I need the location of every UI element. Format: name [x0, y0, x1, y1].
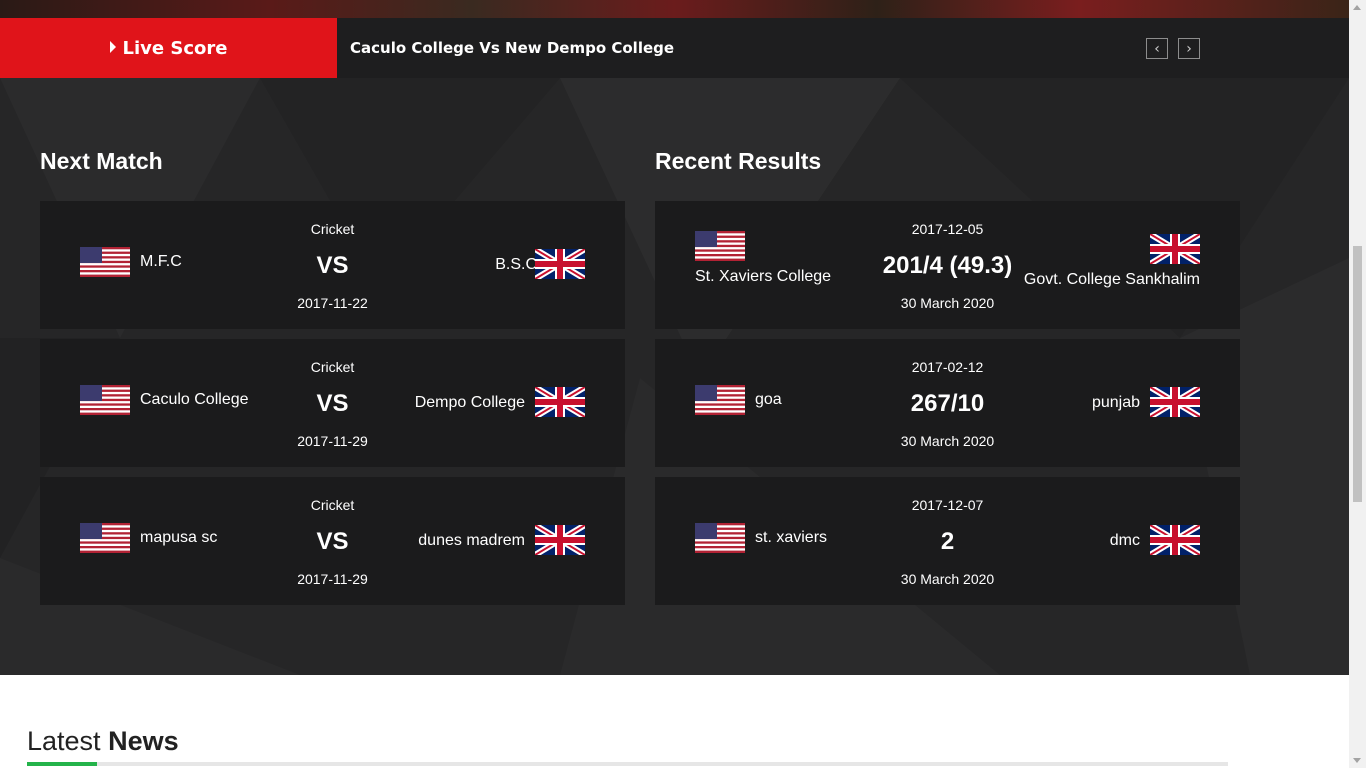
recent-result-card[interactable]: 2017-02-12 goa 267/10 punjab 30 March 20… [655, 339, 1240, 467]
matches-section: Next Match Recent Results Cricket M.F.C … [0, 78, 1349, 675]
match-date: 2017-11-29 [297, 433, 368, 449]
scrollbar-thumb[interactable] [1353, 246, 1362, 502]
next-match-card[interactable]: Cricket Caculo College VS Dempo College … [40, 339, 625, 467]
result-date: 2017-12-07 [911, 497, 984, 513]
match-sport: Cricket [310, 497, 355, 513]
live-score-text: Live Score [122, 37, 228, 59]
latest-news-divider [27, 762, 1228, 766]
latest-news-heading: Latest News [27, 726, 179, 757]
match-date: 2017-11-22 [297, 295, 368, 311]
next-match-card[interactable]: Cricket mapusa sc VS dunes madrem 2017-1… [40, 477, 625, 605]
result-played-on: 30 March 2020 [900, 571, 995, 587]
live-score-ticker[interactable]: Caculo College Vs New Dempo College [350, 18, 674, 78]
live-score-label[interactable]: Live Score [0, 18, 337, 78]
uk-flag-icon [535, 387, 585, 417]
ticker-prev-button[interactable]: ‹ [1146, 38, 1168, 59]
live-score-bar: Live Score Caculo College Vs New Dempo C… [0, 18, 1349, 78]
uk-flag-icon [1150, 387, 1200, 417]
next-match-title: Next Match [40, 148, 163, 174]
match-sport: Cricket [310, 221, 355, 237]
match-date: 2017-11-29 [297, 571, 368, 587]
uk-flag-icon [1150, 525, 1200, 555]
recent-result-card[interactable]: 2017-12-07 st. xaviers 2 dmc 30 March 20… [655, 477, 1240, 605]
latest-news-bold: News [108, 726, 179, 756]
result-played-on: 30 March 2020 [900, 295, 995, 311]
recent-result-card[interactable]: 2017-12-05 St. Xaviers College 201/4 (49… [655, 201, 1240, 329]
uk-flag-icon [1150, 234, 1200, 264]
latest-news-light: Latest [27, 726, 101, 756]
team-b-name: Dempo College [414, 394, 525, 411]
uk-flag-icon [535, 249, 585, 279]
hero-banner-strip [0, 0, 1349, 18]
team-b-name: Govt. College Sankhalim [1023, 271, 1200, 288]
page-scrollbar[interactable] [1349, 0, 1366, 768]
team-b-name: B.S.C [495, 256, 537, 273]
ticker-next-button[interactable]: › [1178, 38, 1200, 59]
latest-news-accent [27, 762, 97, 766]
uk-flag-icon [535, 525, 585, 555]
match-sport: Cricket [310, 359, 355, 375]
scroll-up-icon[interactable] [1353, 5, 1361, 10]
team-b-name: dunes madrem [418, 532, 525, 549]
caret-right-icon [109, 41, 116, 53]
result-date: 2017-02-12 [911, 359, 984, 375]
next-match-card[interactable]: Cricket M.F.C VS B.S.C 2017-11-22 [40, 201, 625, 329]
scroll-down-icon[interactable] [1353, 758, 1361, 763]
result-played-on: 30 March 2020 [900, 433, 995, 449]
team-b-name: dmc [1109, 532, 1140, 549]
recent-results-title: Recent Results [655, 148, 822, 174]
team-b-name: punjab [1091, 394, 1140, 411]
